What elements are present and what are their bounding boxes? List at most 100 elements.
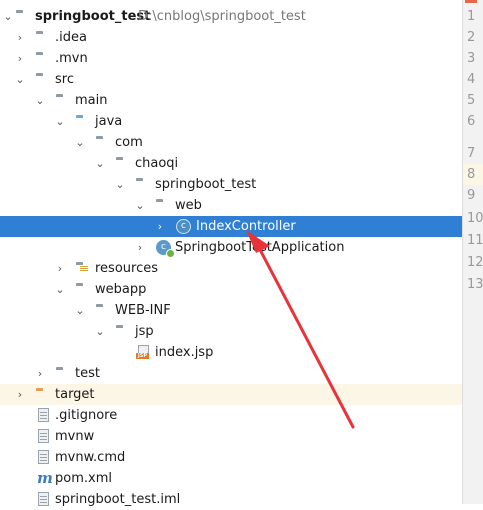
tree-row-iml[interactable]: springboot_test.iml <box>0 489 462 510</box>
folder-icon <box>116 324 132 339</box>
tree-item-label: java <box>95 114 123 129</box>
text-file-icon <box>36 408 52 423</box>
folder-icon <box>16 9 32 24</box>
line-number: 3 <box>467 51 476 66</box>
tree-row-src[interactable]: ⌄ src <box>0 69 462 90</box>
line-number: 8 <box>467 167 476 182</box>
tree-item-label: com <box>115 135 143 150</box>
tree-row-springboot-test-application[interactable]: › c SpringbootTestApplication <box>0 237 462 258</box>
tree-item-label: target <box>55 387 95 402</box>
project-tree[interactable]: ⌄ springboot_test D:\cnblog\springboot_t… <box>0 0 462 507</box>
tree-row-chaoqi[interactable]: ⌄ chaoqi <box>0 153 462 174</box>
chevron-down-icon[interactable]: ⌄ <box>34 90 46 111</box>
tree-item-label: IndexController <box>196 219 296 234</box>
folder-icon <box>76 282 92 297</box>
chevron-right-icon[interactable]: › <box>14 48 26 69</box>
chevron-right-icon[interactable]: › <box>14 27 26 48</box>
package-icon <box>136 177 152 192</box>
line-number: 7 <box>467 146 476 161</box>
folder-icon <box>96 303 112 318</box>
tree-row-webapp[interactable]: ⌄ webapp <box>0 279 462 300</box>
excluded-folder-icon <box>36 387 52 402</box>
tree-row-target[interactable]: › target <box>0 384 462 405</box>
text-file-icon <box>36 492 52 507</box>
text-file-icon <box>36 450 52 465</box>
tree-row-gitignore[interactable]: .gitignore <box>0 405 462 426</box>
editor-gutter: 1 2 3 4 5 6 7 8 9 10 11 12 13 <box>462 0 483 504</box>
tree-row-mvnw-cmd[interactable]: mvnw.cmd <box>0 447 462 468</box>
folder-icon <box>56 366 72 381</box>
chevron-down-icon[interactable]: ⌄ <box>74 132 86 153</box>
chevron-down-icon[interactable]: ⌄ <box>114 174 126 195</box>
jsp-file-icon: JSP <box>136 345 152 360</box>
tree-row-pom-xml[interactable]: m pom.xml <box>0 468 462 489</box>
chevron-right-icon[interactable]: › <box>154 216 166 237</box>
tree-item-label: web <box>175 198 202 213</box>
tree-row-web[interactable]: ⌄ web <box>0 195 462 216</box>
line-number: 10 <box>467 211 483 226</box>
folder-icon <box>36 51 52 66</box>
spring-boot-class-icon: c <box>156 240 175 258</box>
tree-item-label: .idea <box>55 30 87 45</box>
tree-row-mvn[interactable]: › .mvn <box>0 48 462 69</box>
chevron-down-icon[interactable]: ⌄ <box>74 300 86 321</box>
class-icon: c <box>176 219 191 234</box>
tree-row-web-inf[interactable]: ⌄ WEB-INF <box>0 300 462 321</box>
project-root-name: springboot_test <box>35 9 151 24</box>
chevron-right-icon[interactable]: › <box>34 363 46 384</box>
folder-icon <box>56 93 72 108</box>
line-number: 11 <box>467 233 483 248</box>
tree-item-label: test <box>75 366 100 381</box>
chevron-down-icon[interactable]: ⌄ <box>54 279 66 300</box>
tree-row-mvnw[interactable]: mvnw <box>0 426 462 447</box>
tree-row-java[interactable]: ⌄ java <box>0 111 462 132</box>
project-root-path: D:\cnblog\springboot_test <box>138 9 306 24</box>
tree-row-index-controller[interactable]: › c IndexController <box>0 216 462 237</box>
tree-row-springboot-test-package[interactable]: ⌄ springboot_test <box>0 174 462 195</box>
tree-row-root[interactable]: ⌄ springboot_test D:\cnblog\springboot_t… <box>0 6 462 27</box>
tree-item-label: jsp <box>135 324 154 339</box>
tree-row-jsp[interactable]: ⌄ jsp <box>0 321 462 342</box>
line-number: 9 <box>467 188 476 203</box>
line-number: 2 <box>467 30 476 45</box>
tree-item-label: WEB-INF <box>115 303 171 318</box>
tree-item-label: pom.xml <box>55 471 112 486</box>
chevron-down-icon[interactable]: ⌄ <box>94 321 106 342</box>
line-number: 6 <box>467 114 476 129</box>
tree-item-label: src <box>55 72 74 87</box>
package-icon <box>96 135 112 150</box>
tree-row-test[interactable]: › test <box>0 363 462 384</box>
tree-row-main[interactable]: ⌄ main <box>0 90 462 111</box>
resources-folder-icon <box>76 261 92 276</box>
chevron-right-icon[interactable]: › <box>14 384 26 405</box>
chevron-down-icon[interactable]: ⌄ <box>14 69 26 90</box>
tree-item-label: .mvn <box>55 51 88 66</box>
tree-row-index-jsp[interactable]: JSP index.jsp <box>0 342 462 363</box>
tree-row-resources[interactable]: › resources <box>0 258 462 279</box>
package-icon <box>116 156 132 171</box>
tree-item-label: webapp <box>95 282 147 297</box>
tree-row-com[interactable]: ⌄ com <box>0 132 462 153</box>
line-number: 4 <box>467 72 476 87</box>
chevron-right-icon[interactable]: › <box>134 237 146 258</box>
tree-row-idea[interactable]: › .idea <box>0 27 462 48</box>
chevron-down-icon[interactable]: ⌄ <box>134 195 146 216</box>
tree-item-label: SpringbootTestApplication <box>175 240 345 255</box>
line-number: 5 <box>467 93 476 108</box>
chevron-down-icon[interactable]: ⌄ <box>94 153 106 174</box>
tree-item-label: chaoqi <box>135 156 179 171</box>
tree-item-label: resources <box>95 261 159 276</box>
line-number: 1 <box>467 9 476 24</box>
chevron-down-icon[interactable]: ⌄ <box>2 6 14 27</box>
editor-tab-marker <box>465 0 477 3</box>
package-icon <box>156 198 172 213</box>
tree-item-label: springboot_test <box>155 177 257 192</box>
tree-item-label: index.jsp <box>155 345 214 360</box>
tree-item-label: mvnw <box>55 429 95 444</box>
tree-item-label: main <box>75 93 108 108</box>
source-folder-icon <box>76 114 92 129</box>
text-file-icon <box>36 429 52 444</box>
tree-item-label: .gitignore <box>55 408 118 423</box>
chevron-right-icon[interactable]: › <box>54 258 66 279</box>
chevron-down-icon[interactable]: ⌄ <box>54 111 66 132</box>
